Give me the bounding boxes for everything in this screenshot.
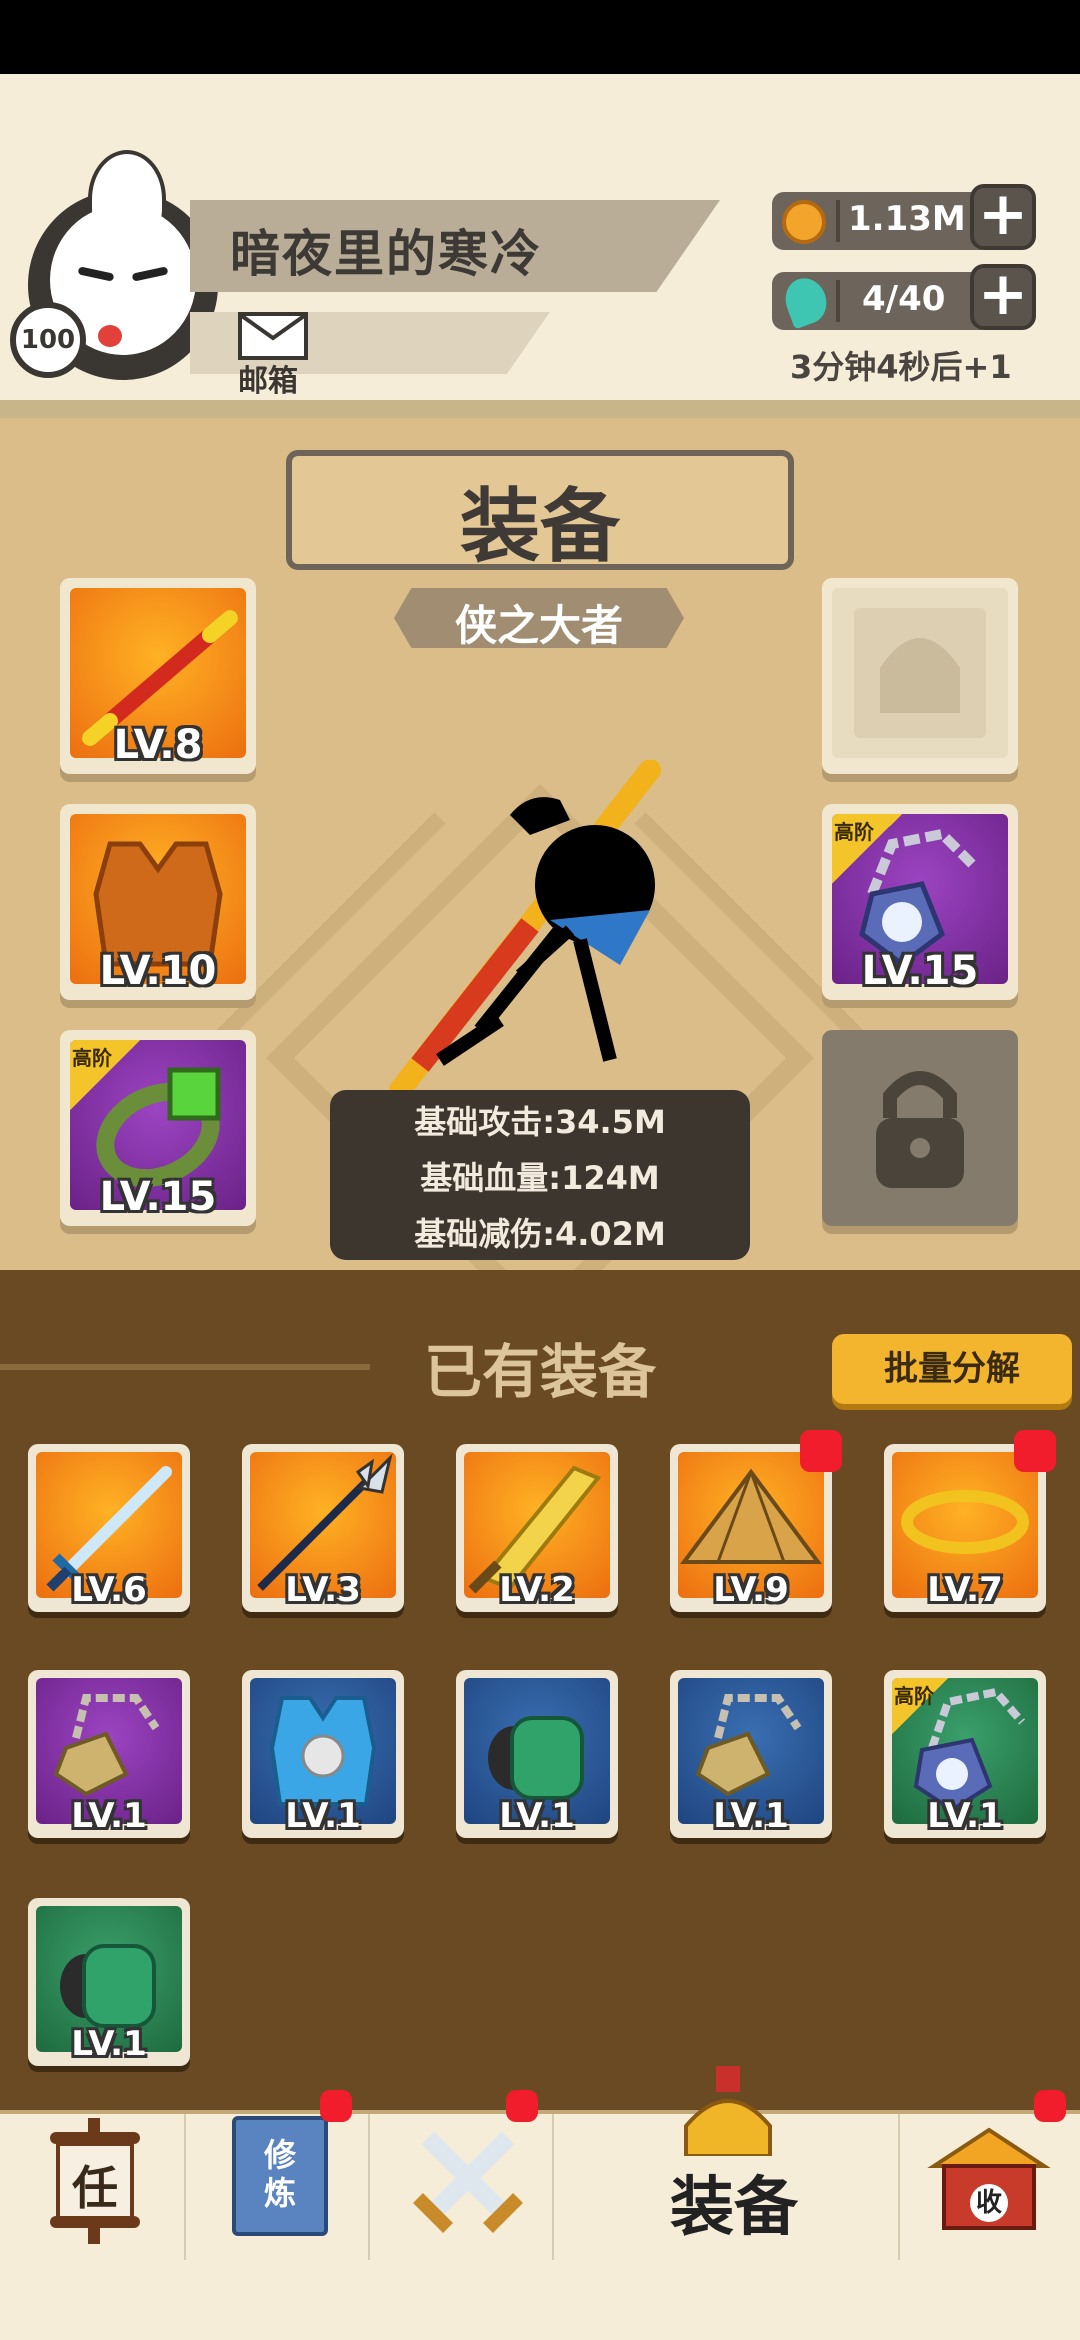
collect-notification-badge — [1034, 2090, 1066, 2122]
item-level: LV.1 — [499, 1796, 575, 1836]
item-level: LV.2 — [499, 1570, 575, 1610]
item-level: LV.1 — [713, 1796, 789, 1836]
stamina-timer: 3分钟4秒后+1 — [790, 348, 1012, 386]
item-level: LV.6 — [71, 1570, 147, 1610]
armor-slot[interactable]: LV.10 — [60, 804, 256, 1000]
player-level-badge: 100 — [10, 302, 86, 378]
high-tier-label: 高阶 — [72, 1046, 112, 1070]
slot-background — [832, 588, 1008, 758]
item-level: LV.1 — [71, 1796, 147, 1836]
status-bar — [0, 0, 1080, 74]
nav-training-tab[interactable]: 修炼 — [232, 2116, 328, 2236]
nav-equip-tab[interactable]: 装备 — [670, 2156, 798, 2248]
owned-item-card[interactable]: 高阶 LV.1 — [884, 1670, 1046, 1838]
training-notification-badge — [320, 2090, 352, 2122]
coin-icon — [782, 200, 826, 244]
crossed-swords-icon — [413, 2131, 523, 2233]
item-level: LV.3 — [285, 1570, 361, 1610]
lock-icon — [876, 1071, 964, 1188]
nav-battle-tab[interactable] — [408, 2118, 528, 2238]
system-navigation-area — [0, 2260, 1080, 2340]
add-stamina-button[interactable]: + — [970, 264, 1036, 330]
helmet-slot[interactable] — [822, 578, 1018, 774]
slot-background — [832, 1040, 1008, 1210]
item-level: LV.7 — [927, 1570, 1003, 1610]
mail-icon[interactable] — [238, 312, 308, 360]
equip-helmet-icon — [676, 2066, 780, 2158]
nav-separator — [184, 2114, 186, 2260]
owned-item-card[interactable]: LV.1 — [242, 1670, 404, 1838]
slot-level: LV.10 — [99, 948, 217, 994]
item-level: LV.1 — [71, 2024, 147, 2064]
owned-item-card[interactable]: LV.2 — [456, 1444, 618, 1612]
owned-item-card[interactable]: LV.1 — [456, 1670, 618, 1838]
owned-item-card[interactable]: LV.1 — [28, 1670, 190, 1838]
owned-title-divider — [0, 1364, 370, 1370]
equipment-title: 装备 — [460, 480, 620, 573]
task-icon-glyph: 任 — [72, 2161, 118, 2215]
coin-amount: 1.13M — [848, 199, 966, 239]
nav-separator — [368, 2114, 370, 2260]
ring-slot[interactable]: 高阶 LV.15 — [60, 1030, 256, 1226]
new-item-badge — [800, 1430, 842, 1472]
nav-separator — [552, 2114, 554, 2260]
pendant-slot[interactable]: 高阶 LV.15 — [822, 804, 1018, 1000]
player-name: 暗夜里的寒冷 — [230, 225, 542, 283]
high-tier-label: 高阶 — [834, 820, 874, 844]
locked-slot[interactable] — [822, 1030, 1018, 1226]
slot-level: LV.15 — [99, 1174, 217, 1220]
avatar-tongue — [98, 325, 122, 347]
base-hp-stat: 基础血量:124M — [420, 1159, 660, 1197]
owned-item-card[interactable]: LV.1 — [28, 1898, 190, 2066]
header-divider — [0, 400, 1080, 418]
base-reduction-stat: 基础减伤:4.02M — [414, 1215, 666, 1253]
owned-equipment-title: 已有装备 — [423, 1338, 656, 1406]
collect-icon-glyph: 收 — [970, 2184, 1008, 2222]
add-coins-button[interactable]: + — [970, 184, 1036, 250]
nav-task-tab[interactable]: 任 — [40, 2118, 150, 2244]
bottom-navigation — [0, 2110, 1080, 2260]
slot-level: LV.15 — [861, 948, 979, 994]
slot-level: LV.8 — [113, 722, 203, 768]
nav-collect-tab[interactable]: 收 — [924, 2126, 1054, 2234]
high-tier-label: 高阶 — [894, 1684, 934, 1708]
new-item-badge — [1014, 1430, 1056, 1472]
nav-separator — [898, 2114, 900, 2260]
training-book-icon: 修炼 — [263, 2136, 296, 2212]
character-figure — [389, 760, 661, 1090]
stamina-divider — [836, 280, 840, 322]
helmet-placeholder-icon — [854, 608, 986, 738]
stamina-amount: 4/40 — [862, 279, 946, 319]
coin-divider — [836, 200, 840, 242]
owned-item-card[interactable]: LV.1 — [670, 1670, 832, 1838]
base-attack-stat: 基础攻击:34.5M — [414, 1103, 666, 1141]
rank-title: 侠之大者 — [454, 601, 623, 650]
item-level: LV.1 — [285, 1796, 361, 1836]
mail-label[interactable]: 邮箱 — [238, 356, 298, 400]
owned-item-card[interactable]: LV.3 — [242, 1444, 404, 1612]
battle-notification-badge — [506, 2090, 538, 2122]
item-level: LV.1 — [927, 1796, 1003, 1836]
owned-item-card[interactable]: LV.6 — [28, 1444, 190, 1612]
weapon-slot[interactable]: LV.8 — [60, 578, 256, 774]
item-level: LV.9 — [713, 1570, 789, 1610]
batch-dismantle-button[interactable]: 批量分解 — [832, 1334, 1072, 1404]
